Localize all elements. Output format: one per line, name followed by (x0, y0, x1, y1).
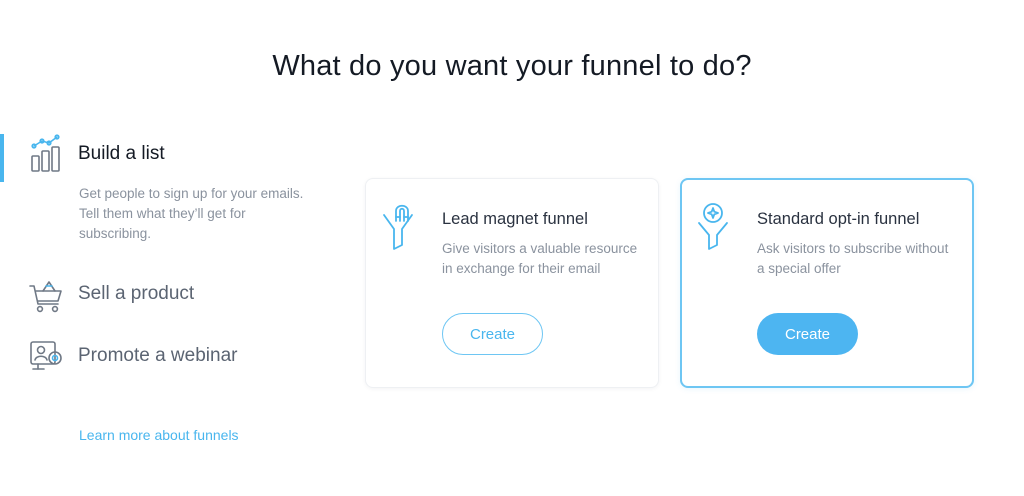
chart-growth-icon (31, 134, 60, 172)
standard-optin-funnel-card[interactable]: Standard opt-in funnel Ask visitors to s… (680, 178, 974, 388)
optin-funnel-icon (698, 203, 728, 250)
goal-list: Build a list Get people to sign up for y… (0, 134, 330, 376)
card-title: Lead magnet funnel (442, 210, 588, 228)
magnet-funnel-icon (383, 204, 413, 250)
funnel-type-page: What do you want your funnel to do? Buil… (0, 0, 1024, 496)
create-lead-magnet-button[interactable]: Create (442, 313, 543, 355)
create-standard-optin-button[interactable]: Create (757, 313, 858, 355)
goal-label: Promote a webinar (78, 345, 238, 366)
lead-magnet-funnel-card[interactable]: Lead magnet funnel Give visitors a valua… (365, 178, 659, 388)
goal-label: Build a list (78, 143, 165, 164)
goal-promote-a-webinar[interactable]: Promote a webinar (0, 336, 330, 376)
card-title: Standard opt-in funnel (757, 210, 920, 228)
card-description: Give visitors a valuable resource in exc… (442, 241, 638, 276)
goal-label: Sell a product (78, 283, 195, 304)
webinar-icon (30, 341, 62, 370)
goal-description: Get people to sign up for your emails. T… (79, 186, 304, 241)
card-description: Ask visitors to subscribe without a spec… (757, 241, 949, 276)
page-title: What do you want your funnel to do? (272, 50, 752, 82)
goal-build-a-list[interactable]: Build a list Get people to sign up for y… (0, 134, 330, 274)
goal-sell-a-product[interactable]: Sell a product (0, 274, 330, 336)
learn-more-link[interactable]: Learn more about funnels (79, 427, 239, 443)
shopping-cart-icon (29, 281, 62, 313)
